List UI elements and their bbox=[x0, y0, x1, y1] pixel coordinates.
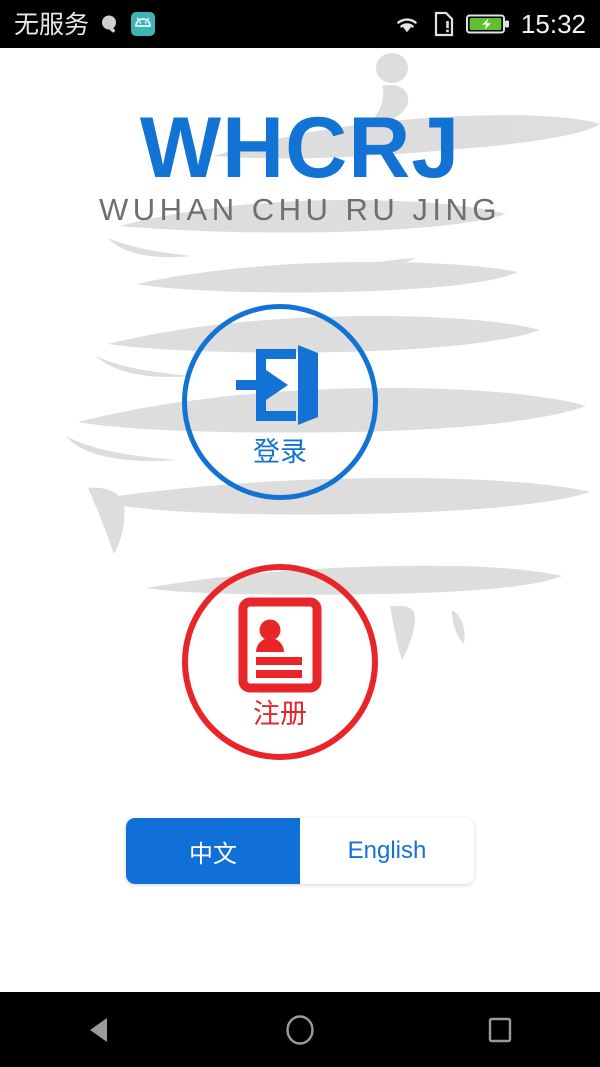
wifi-icon bbox=[397, 18, 417, 33]
status-bar-right: 15:32 bbox=[392, 11, 586, 37]
status-bar-left: 无服务 bbox=[14, 9, 156, 39]
carrier-label: 无服务 bbox=[14, 9, 90, 39]
recents-square-icon bbox=[488, 1017, 512, 1042]
register-button[interactable]: 注册 bbox=[182, 564, 378, 760]
id-card-person-icon bbox=[238, 597, 322, 692]
logo-title: WHCRJ bbox=[139, 100, 461, 196]
login-door-arrow-icon bbox=[236, 344, 318, 425]
nav-recents-button[interactable] bbox=[440, 992, 560, 1067]
status-bar: 无服务 15:32 bbox=[0, 0, 600, 48]
app-logo: WHCRJ WUHAN CHU RU JING bbox=[0, 100, 600, 227]
app-content: WHCRJ WUHAN CHU RU JING 登录 注册 中文 English bbox=[0, 48, 600, 992]
language-option-chinese[interactable]: 中文 bbox=[126, 818, 300, 884]
home-circle-icon bbox=[286, 1014, 314, 1045]
phone-screen: 无服务 15:32 WHCRJ WUHAN CHU RU JING 登录 注册 … bbox=[0, 0, 600, 1067]
nav-home-button[interactable] bbox=[240, 992, 360, 1067]
logo-subtitle: WUHAN CHU RU JING bbox=[99, 191, 501, 227]
android-app-icon bbox=[131, 12, 156, 36]
language-option-english[interactable]: English bbox=[300, 818, 474, 884]
android-nav-bar bbox=[0, 992, 600, 1067]
sim-card-alert-icon bbox=[434, 11, 454, 37]
battery-charging-icon bbox=[465, 14, 509, 34]
clock-label: 15:32 bbox=[520, 9, 586, 39]
login-button[interactable]: 登录 bbox=[182, 304, 378, 500]
back-triangle-icon bbox=[90, 1017, 107, 1042]
language-toggle[interactable]: 中文 English bbox=[126, 818, 474, 884]
login-label: 登录 bbox=[253, 436, 307, 468]
search-q-icon bbox=[102, 15, 117, 33]
register-label: 注册 bbox=[253, 698, 307, 730]
nav-back-button[interactable] bbox=[40, 992, 160, 1067]
